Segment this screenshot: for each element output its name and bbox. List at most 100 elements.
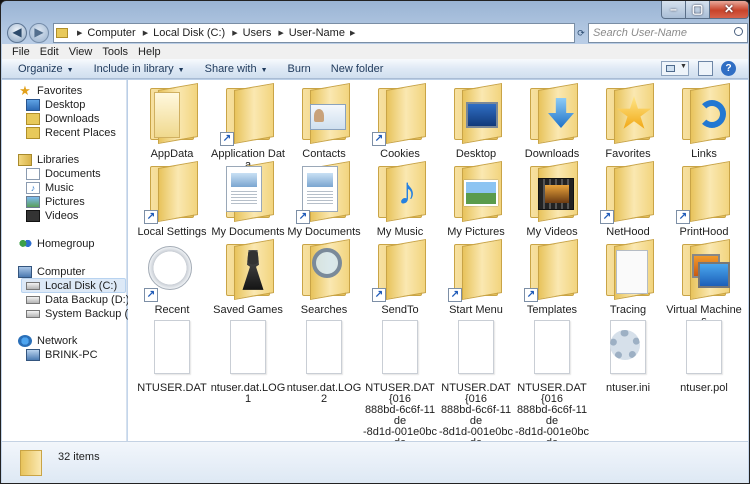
change-view-button[interactable]: ▼ xyxy=(661,61,689,76)
file-item[interactable]: ↗ Start Menu xyxy=(438,238,514,316)
videos-folder-icon xyxy=(524,160,580,224)
pictures-icon xyxy=(26,196,40,208)
close-button[interactable]: ✕ xyxy=(709,1,749,19)
file-item[interactable]: Downloads xyxy=(514,82,590,160)
file-item[interactable]: ntuser.ini xyxy=(590,316,666,394)
file-item[interactable]: NTUSER.DAT xyxy=(134,316,210,394)
address-bar[interactable]: ▶ Computer ▶ Local Disk (C:) ▶ Users ▶ User-… xyxy=(53,23,575,43)
file-item[interactable]: ↗Application Data xyxy=(210,82,286,171)
nav-libraries[interactable]: Libraries xyxy=(18,154,79,166)
file-icon xyxy=(524,316,580,380)
maximize-button[interactable]: ▢ xyxy=(685,1,710,19)
minimize-button[interactable]: – xyxy=(661,1,686,19)
file-item[interactable]: ↗ PrintHood xyxy=(666,160,742,238)
nav-recent-places[interactable]: Recent Places xyxy=(26,127,116,139)
refresh-button[interactable]: ⟳ xyxy=(576,23,586,43)
new-folder-button[interactable]: New folder xyxy=(331,63,384,75)
file-item[interactable]: ↗ Cookies xyxy=(362,82,438,160)
dropdown-arrow-icon: ▼ xyxy=(680,63,687,70)
file-item[interactable]: Virtual Machines xyxy=(666,238,742,327)
breadcrumb-item[interactable]: ▶ User-Name ▶ xyxy=(273,27,360,39)
recent-icon: ↗ xyxy=(144,238,200,302)
nav-documents[interactable]: Documents xyxy=(26,168,101,180)
minimize-icon: – xyxy=(670,2,677,16)
breadcrumb-item[interactable]: ▶ Computer xyxy=(72,27,136,39)
folder-icon: ↗ xyxy=(372,238,428,302)
file-item[interactable]: Links xyxy=(666,82,742,160)
file-item[interactable]: ↗ Recent xyxy=(134,238,210,316)
nav-network[interactable]: Network xyxy=(18,335,77,347)
nav-local-disk-c[interactable]: Local Disk (C:) xyxy=(26,280,117,292)
nav-pictures[interactable]: Pictures xyxy=(26,196,85,208)
include-in-library-button[interactable]: Include in library ▼ xyxy=(94,63,185,75)
file-item[interactable]: My Pictures xyxy=(438,160,514,238)
file-item-label: ntuser.dat.LOG2 xyxy=(286,382,362,405)
nav-music[interactable]: ♪ Music xyxy=(26,182,74,194)
favorites-folder-icon xyxy=(600,82,656,146)
file-item[interactable]: NTUSER.DAT{016 888bd-6c6f-11de -8d1d-001… xyxy=(362,316,438,460)
recent-places-icon xyxy=(26,127,40,139)
folder-icon: ↗ xyxy=(144,160,200,224)
file-item[interactable]: ↗ SendTo xyxy=(362,238,438,316)
back-button[interactable]: ◀ xyxy=(7,23,27,43)
navigation-pane: ★ Favorites Desktop Downloads Recent Plac… xyxy=(2,80,142,441)
nav-homegroup[interactable]: Homegroup xyxy=(18,238,94,250)
file-item[interactable]: My Videos xyxy=(514,160,590,238)
nav-downloads[interactable]: Downloads xyxy=(26,113,99,125)
nav-system-backup-e[interactable]: System Backup (E:) xyxy=(26,308,142,320)
refresh-icon: ⟳ xyxy=(577,28,585,38)
file-item[interactable]: AppData xyxy=(134,82,210,160)
file-item[interactable]: ↗ Local Settings xyxy=(134,160,210,238)
file-item[interactable]: ↗ Templates xyxy=(514,238,590,316)
file-item-label: ntuser.pol xyxy=(680,382,728,394)
chevron-right-icon: ▶ xyxy=(349,30,356,37)
file-item[interactable]: Searches xyxy=(286,238,362,316)
breadcrumb-item[interactable]: ▶ Users xyxy=(227,27,271,39)
menu-help[interactable]: Help xyxy=(138,46,161,58)
nav-videos[interactable]: Videos xyxy=(26,210,78,222)
file-item-label: Searches xyxy=(300,304,348,316)
file-item[interactable]: ntuser.dat.LOG2 xyxy=(286,316,362,405)
file-item-label: My Pictures xyxy=(447,226,505,238)
contacts-folder-icon xyxy=(296,82,352,146)
file-item[interactable]: ↗ NetHood xyxy=(590,160,666,238)
menu-view[interactable]: View xyxy=(69,46,93,58)
menu-bar: File Edit View Tools Help xyxy=(2,44,748,59)
file-item[interactable]: ↗ My Documents xyxy=(286,160,362,238)
file-icon xyxy=(144,316,200,380)
burn-button[interactable]: Burn xyxy=(288,63,311,75)
links-folder-icon xyxy=(676,82,732,146)
file-item[interactable]: Desktop xyxy=(438,82,514,160)
file-item[interactable]: ntuser.dat.LOG1 xyxy=(210,316,286,405)
folder-icon: ↗ xyxy=(220,82,276,146)
file-item[interactable]: My Documents xyxy=(210,160,286,238)
help-button[interactable]: ? xyxy=(721,61,736,76)
file-item[interactable]: Tracing xyxy=(590,238,666,316)
file-item[interactable]: ntuser.pol xyxy=(666,316,742,394)
file-item[interactable]: ♪ My Music xyxy=(362,160,438,238)
preview-pane-button[interactable] xyxy=(698,61,713,76)
search-input[interactable]: Search User-Name xyxy=(588,23,748,43)
file-item[interactable]: Contacts xyxy=(286,82,362,160)
nav-computer[interactable]: Computer xyxy=(18,266,85,278)
file-item[interactable]: Saved Games xyxy=(210,238,286,316)
documents-icon xyxy=(26,168,40,180)
nav-data-backup-d[interactable]: Data Backup (D:) xyxy=(26,294,129,306)
folder-icon xyxy=(56,28,68,38)
network-icon xyxy=(18,335,32,347)
menu-edit[interactable]: Edit xyxy=(40,46,59,58)
menu-file[interactable]: File xyxy=(12,46,30,58)
file-icon xyxy=(676,316,732,380)
organize-button[interactable]: Organize ▼ xyxy=(18,63,74,75)
share-with-button[interactable]: Share with ▼ xyxy=(205,63,268,75)
nav-favorites[interactable]: ★ Favorites xyxy=(18,84,82,97)
nav-desktop[interactable]: Desktop xyxy=(26,99,85,111)
forward-button[interactable]: ▶ xyxy=(29,23,49,43)
close-icon: ✕ xyxy=(723,2,735,16)
breadcrumb-item[interactable]: ▶ Local Disk (C:) xyxy=(138,27,226,39)
file-item-label: PrintHood xyxy=(679,226,729,238)
search-icon xyxy=(734,27,743,36)
nav-brink-pc[interactable]: BRINK-PC xyxy=(26,349,98,361)
file-item[interactable]: Favorites xyxy=(590,82,666,160)
menu-tools[interactable]: Tools xyxy=(102,46,128,58)
